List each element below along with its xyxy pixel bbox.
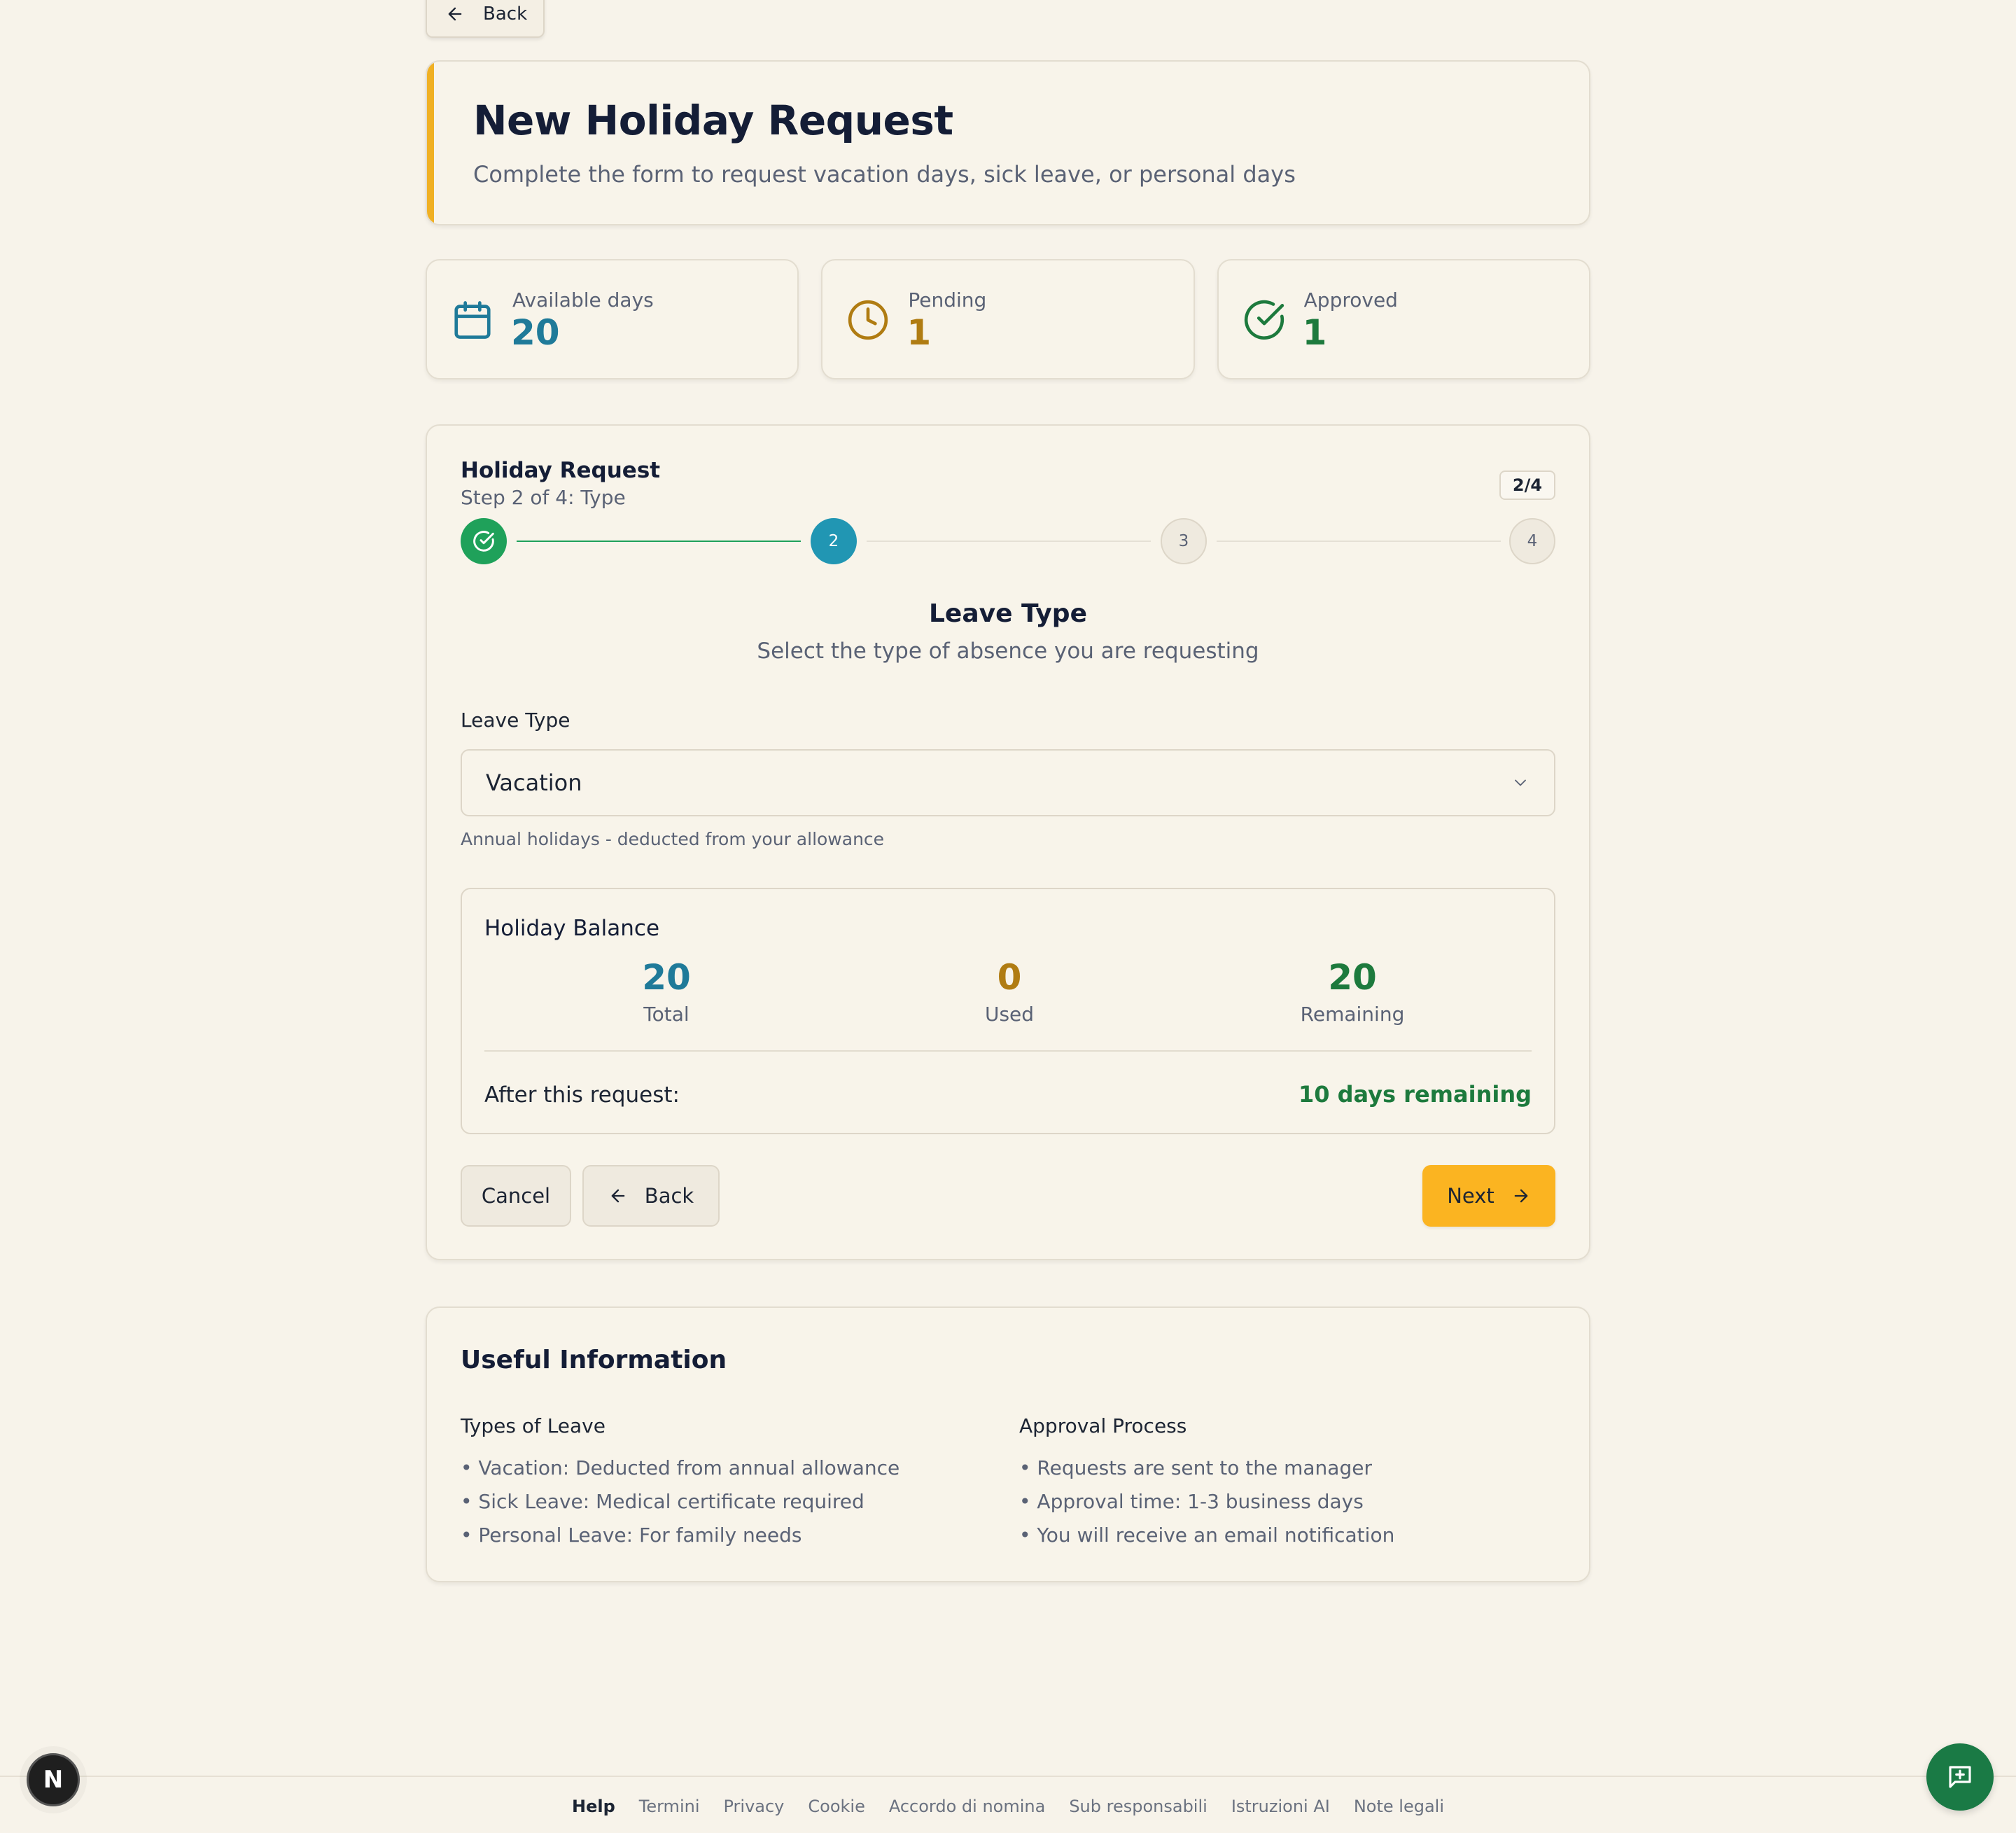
leave-type-label: Leave Type — [461, 709, 570, 732]
list-item: • Sick Leave: Medical certificate requir… — [461, 1490, 864, 1513]
calendar-icon — [454, 301, 491, 339]
leave-type-hint: Annual holidays - deducted from your all… — [461, 829, 885, 849]
back-button[interactable]: Back — [426, 0, 545, 38]
step-1-done — [461, 518, 507, 564]
message-plus-icon — [1949, 1766, 1971, 1788]
stepper-line — [867, 541, 1151, 542]
stat-value: 20 — [511, 312, 560, 353]
section-subtitle: Select the type of absence you are reque… — [757, 639, 1259, 664]
next-button-label: Next — [1447, 1184, 1494, 1208]
balance-total-label: Total — [643, 1003, 690, 1026]
chevron-down-icon — [1515, 779, 1526, 786]
list-item: • Requests are sent to the manager — [1019, 1456, 1372, 1479]
after-request-label: After this request: — [484, 1082, 680, 1108]
header-accent-bar — [427, 62, 434, 224]
back-step-button-label: Back — [644, 1184, 694, 1208]
footer-link-accordo[interactable]: Accordo di nomina — [889, 1797, 1045, 1816]
check-circle-icon — [1244, 300, 1284, 340]
stepper-line — [1217, 541, 1501, 542]
balance-used-value: 0 — [997, 957, 1022, 998]
stat-approved: Approved 1 — [1217, 259, 1590, 379]
step-3: 3 — [1161, 518, 1207, 564]
clock-icon — [848, 300, 888, 340]
page-title: New Holiday Request — [473, 97, 953, 144]
list-item: • Vacation: Deducted from annual allowan… — [461, 1456, 900, 1479]
footer: Help Termini Privacy Cookie Accordo di n… — [0, 1797, 2016, 1816]
footer-link-privacy[interactable]: Privacy — [723, 1797, 784, 1816]
stats-row: Available days 20 Pending 1 Approved 1 — [426, 259, 1590, 379]
info-title: Useful Information — [461, 1346, 727, 1374]
request-step-text: Step 2 of 4: Type — [461, 486, 626, 509]
list-item: • Approval time: 1-3 business days — [1019, 1490, 1364, 1513]
footer-link-help[interactable]: Help — [572, 1797, 615, 1816]
leave-type-value: Vacation — [486, 769, 582, 796]
balance-remaining-value: 20 — [1328, 957, 1377, 998]
arrow-left-icon — [611, 1189, 625, 1203]
footer-link-termini[interactable]: Termini — [639, 1797, 700, 1816]
balance-remaining: 20 Remaining — [1247, 956, 1457, 1026]
holiday-request-card: Holiday Request Step 2 of 4: Type 2/4 2 … — [426, 424, 1590, 1260]
balance-total-value: 20 — [642, 957, 691, 998]
stat-value: 1 — [1302, 312, 1327, 353]
list-item: • Personal Leave: For family needs — [461, 1524, 802, 1547]
footer-link-sub-responsabili[interactable]: Sub responsabili — [1069, 1797, 1208, 1816]
types-title: Types of Leave — [461, 1414, 606, 1437]
cancel-button-label: Cancel — [481, 1184, 551, 1208]
page-header: New Holiday Request Complete the form to… — [426, 60, 1590, 225]
arrow-left-icon — [448, 7, 462, 21]
request-title: Holiday Request — [461, 458, 661, 483]
stat-label: Approved — [1303, 288, 1398, 312]
stat-label: Available days — [512, 288, 654, 312]
chat-button[interactable] — [1926, 1743, 1994, 1811]
page-subtitle: Complete the form to request vacation da… — [473, 161, 1296, 188]
stat-label: Pending — [908, 288, 987, 312]
balance-used: 0 Used — [904, 956, 1114, 1026]
balance-title: Holiday Balance — [484, 916, 660, 941]
step-4: 4 — [1509, 518, 1555, 564]
check-circle-icon — [473, 531, 494, 552]
list-item: • You will receive an email notification — [1019, 1524, 1395, 1547]
stepper: 2 3 4 — [461, 518, 1555, 564]
next-button[interactable]: Next — [1422, 1165, 1555, 1227]
useful-information-card: Useful Information Types of Leave • Vaca… — [426, 1306, 1590, 1582]
dev-tools-badge[interactable]: N — [27, 1753, 80, 1806]
holiday-balance: Holiday Balance 20 Total 0 Used 20 Remai… — [461, 888, 1555, 1134]
approval-title: Approval Process — [1019, 1414, 1187, 1437]
back-button-label: Back — [483, 4, 528, 25]
step-2-active: 2 — [811, 518, 857, 564]
footer-link-note-legali[interactable]: Note legali — [1354, 1797, 1444, 1816]
balance-remaining-label: Remaining — [1300, 1003, 1405, 1026]
divider — [484, 1050, 1532, 1052]
step-badge: 2/4 — [1499, 471, 1555, 500]
balance-used-label: Used — [984, 1003, 1035, 1026]
stat-value: 1 — [906, 312, 932, 353]
arrow-right-icon — [1514, 1189, 1528, 1203]
back-step-button[interactable]: Back — [582, 1165, 720, 1227]
stepper-line-complete — [517, 541, 801, 542]
cancel-button[interactable]: Cancel — [461, 1165, 571, 1227]
footer-divider — [0, 1776, 2016, 1777]
stat-pending: Pending 1 — [821, 259, 1195, 379]
types-of-leave: Types of Leave • Vacation: Deducted from… — [461, 1414, 899, 1552]
after-request-value: 10 days remaining — [1298, 1081, 1532, 1108]
footer-link-istruzioni-ai[interactable]: Istruzioni AI — [1231, 1797, 1330, 1816]
stat-available-days: Available days 20 — [426, 259, 799, 379]
approval-process: Approval Process • Requests are sent to … — [1019, 1414, 1394, 1552]
balance-total: 20 Total — [561, 956, 771, 1026]
section-title: Leave Type — [928, 599, 1087, 628]
leave-type-select[interactable]: Vacation — [461, 749, 1555, 816]
footer-link-cookie[interactable]: Cookie — [808, 1797, 864, 1816]
